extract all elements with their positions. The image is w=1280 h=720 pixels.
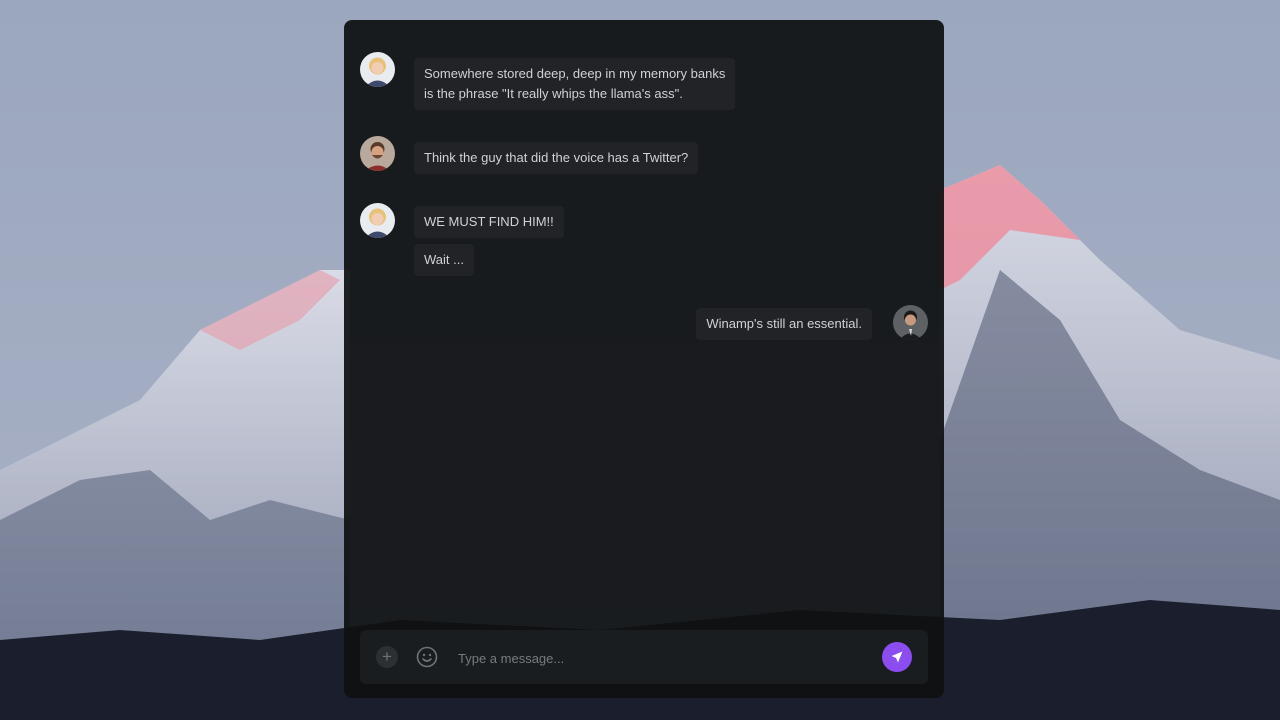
message-line: Think the guy that did the voice has a T… bbox=[424, 150, 689, 165]
man-portrait-icon bbox=[360, 136, 395, 171]
avatar-woman-blonde[interactable] bbox=[360, 203, 395, 238]
message-bubble: Wait ... bbox=[414, 244, 474, 276]
message-line: Somewhere stored deep, deep in my memory… bbox=[424, 66, 726, 81]
plus-icon[interactable]: + bbox=[376, 646, 398, 668]
avatar-man-beard[interactable] bbox=[360, 136, 395, 171]
message-list: Somewhere stored deep, deep in my memory… bbox=[344, 20, 944, 620]
message-composer: + bbox=[360, 630, 928, 684]
woman-portrait-icon bbox=[360, 52, 395, 87]
message-bubble: WE MUST FIND HIM!! bbox=[414, 206, 564, 238]
smiley-icon[interactable] bbox=[416, 646, 438, 668]
message-line: Winamp's still an essential. bbox=[706, 316, 862, 331]
send-button[interactable] bbox=[882, 642, 912, 672]
message-line: is the phrase "It really whips the llama… bbox=[424, 86, 683, 101]
message-line: Wait ... bbox=[424, 252, 464, 267]
avatar-self[interactable] bbox=[893, 305, 928, 340]
chat-window: Somewhere stored deep, deep in my memory… bbox=[344, 20, 944, 698]
message-bubble: Think the guy that did the voice has a T… bbox=[414, 142, 699, 174]
message-line: WE MUST FIND HIM!! bbox=[424, 214, 554, 229]
paper-plane-icon bbox=[891, 651, 903, 663]
woman-portrait-icon bbox=[360, 203, 395, 238]
message-bubble: Somewhere stored deep, deep in my memory… bbox=[414, 58, 736, 110]
message-bubble-outgoing: Winamp's still an essential. bbox=[696, 308, 872, 340]
message-input[interactable] bbox=[456, 645, 860, 671]
man-portrait-icon bbox=[893, 305, 928, 340]
avatar-woman-blonde[interactable] bbox=[360, 52, 395, 87]
